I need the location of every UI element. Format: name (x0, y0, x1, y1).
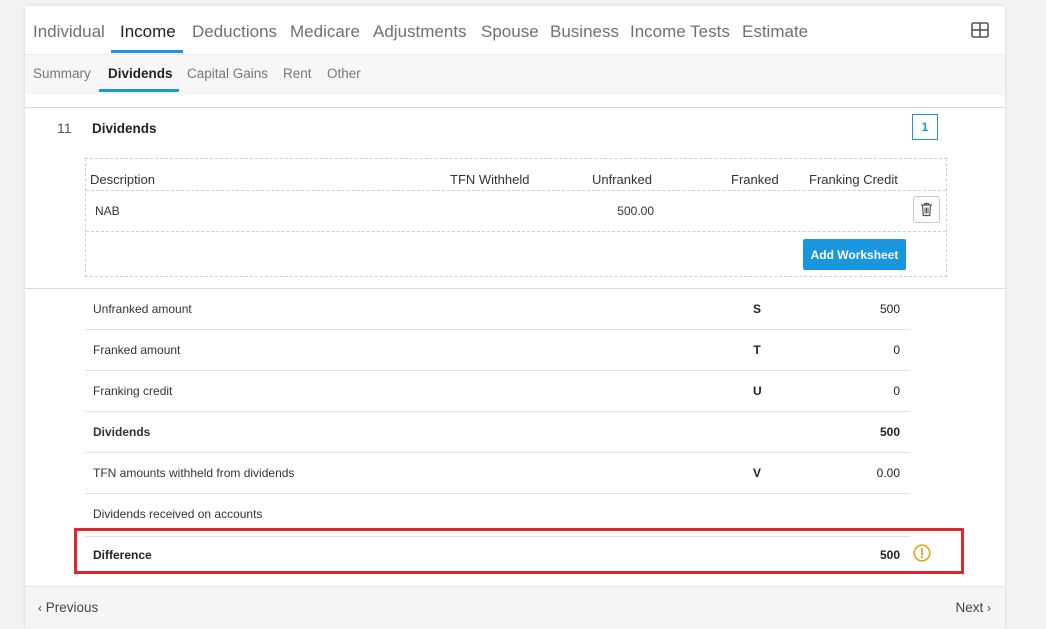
sub-tab-bar: Summary Dividends Capital Gains Rent Oth… (25, 54, 1005, 95)
chevron-left-icon: ‹ (38, 601, 42, 615)
active-subtab-indicator (99, 89, 179, 92)
main-card: Individual Income Deductions Medicare Ad… (25, 6, 1005, 629)
previous-button[interactable]: ‹ Previous (38, 600, 98, 615)
summary-code: S (753, 302, 762, 316)
column-header-unfranked: Unfranked (592, 172, 652, 187)
summary-value: 0.00 (876, 466, 900, 480)
subtab-summary[interactable]: Summary (33, 66, 91, 81)
summary-label: Franked amount (93, 343, 181, 357)
summary-value: 0 (893, 343, 900, 357)
summary-code: V (753, 466, 762, 480)
subtab-rent[interactable]: Rent (283, 66, 312, 81)
summary-row-tfn-withheld: TFN amounts withheld from dividends V 0.… (85, 453, 910, 494)
summary-label: TFN amounts withheld from dividends (93, 466, 295, 480)
column-header-tfn-withheld: TFN Withheld (450, 172, 530, 187)
summary-row-unfranked: Unfranked amount S 500 (85, 289, 910, 330)
delete-row-button[interactable] (913, 196, 940, 223)
summary-row-franking-credit: Franking credit U 0 (85, 371, 910, 412)
row-separator (86, 190, 946, 191)
tab-estimate[interactable]: Estimate (742, 22, 808, 42)
summary-label: Franking credit (93, 384, 173, 398)
add-worksheet-button[interactable]: Add Worksheet (803, 239, 906, 270)
summary-label: Dividends (93, 425, 151, 439)
summary-row-franked: Franked amount T 0 (85, 330, 910, 371)
next-label: Next (955, 600, 984, 615)
worksheet-table: Description TFN Withheld Unfranked Frank… (85, 158, 947, 277)
section-number: 11 (57, 120, 72, 136)
row-description[interactable]: NAB (95, 204, 120, 218)
summary-value: 500 (879, 302, 900, 316)
tab-medicare[interactable]: Medicare (290, 22, 360, 42)
column-header-franked: Franked (731, 172, 779, 187)
main-tab-bar: Individual Income Deductions Medicare Ad… (25, 6, 1005, 54)
worksheet-count-badge[interactable]: 1 (912, 114, 938, 140)
next-button[interactable]: Next › (955, 600, 991, 615)
section-title: Dividends (92, 121, 157, 136)
grid-layout-icon[interactable] (971, 22, 989, 38)
tab-business[interactable]: Business (550, 22, 619, 42)
summary-value: 0 (893, 384, 900, 398)
summary-code: U (753, 384, 762, 398)
row-separator (86, 231, 946, 232)
subtab-dividends[interactable]: Dividends (108, 66, 173, 81)
summary-label: Unfranked amount (93, 302, 192, 316)
summary-value: 500 (879, 425, 900, 439)
column-header-description: Description (90, 172, 156, 187)
tab-deductions[interactable]: Deductions (192, 22, 277, 42)
tab-income[interactable]: Income (120, 22, 176, 42)
summary-code: T (753, 343, 761, 357)
previous-label: Previous (45, 600, 99, 615)
trash-icon (921, 202, 932, 217)
tab-spouse[interactable]: Spouse (481, 22, 539, 42)
highlight-annotation-box (74, 528, 964, 574)
subtab-capital-gains[interactable]: Capital Gains (187, 66, 268, 81)
active-tab-indicator (111, 50, 183, 53)
subtab-other[interactable]: Other (327, 66, 361, 81)
divider (25, 107, 1005, 108)
column-header-franking-credit: Franking Credit (809, 172, 898, 187)
summary-row-dividends-total: Dividends 500 (85, 412, 910, 453)
tab-adjustments[interactable]: Adjustments (373, 22, 467, 42)
summary-label: Dividends received on accounts (93, 507, 263, 521)
chevron-right-icon: › (987, 601, 991, 615)
row-unfranked[interactable]: 500.00 (582, 204, 654, 218)
tab-individual[interactable]: Individual (33, 22, 105, 42)
tab-income-tests[interactable]: Income Tests (630, 22, 730, 42)
footer-nav: ‹ Previous Next › (25, 586, 1005, 629)
